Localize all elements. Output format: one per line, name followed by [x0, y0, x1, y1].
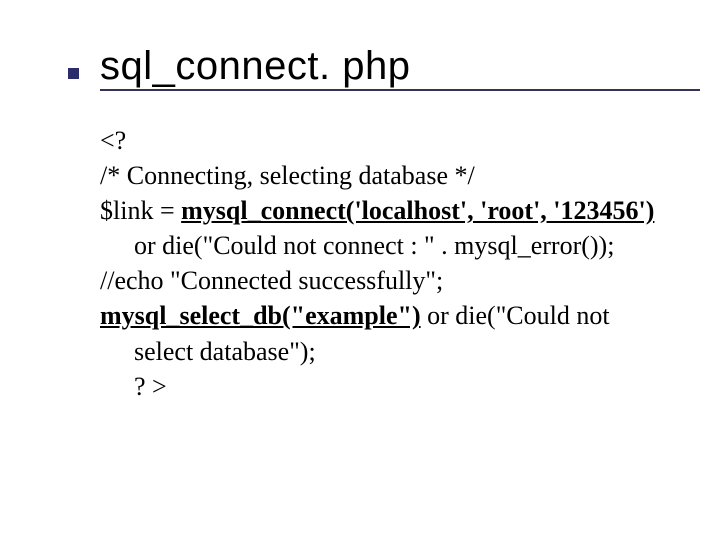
slide: sql_connect. php <? /* Connecting, selec… — [0, 0, 720, 540]
code-text: $link = — [100, 196, 181, 225]
slide-title: sql_connect. php — [100, 44, 660, 89]
code-body: <? /* Connecting, selecting database */ … — [100, 123, 660, 404]
title-block: sql_connect. php — [100, 44, 660, 89]
code-line-5: //echo "Connected successfully"; — [100, 263, 660, 298]
code-line-4: or die("Could not connect : " . mysql_er… — [100, 228, 660, 263]
code-line-2: /* Connecting, selecting database */ — [100, 158, 660, 193]
code-line-1: <? — [100, 123, 660, 158]
code-line-8: ? > — [100, 369, 660, 404]
code-bold-underline: mysql_connect('localhost', 'root', '1234… — [181, 196, 654, 225]
code-line-6: mysql_select_db("example") or die("Could… — [100, 298, 660, 333]
code-line-3: $link = mysql_connect('localhost', 'root… — [100, 193, 660, 228]
bullet-square-icon — [68, 68, 79, 79]
code-text: or die("Could not — [421, 301, 610, 330]
title-underline — [100, 89, 700, 91]
code-bold-underline: mysql_select_db("example") — [100, 301, 421, 330]
code-line-7: select database"); — [100, 334, 660, 369]
